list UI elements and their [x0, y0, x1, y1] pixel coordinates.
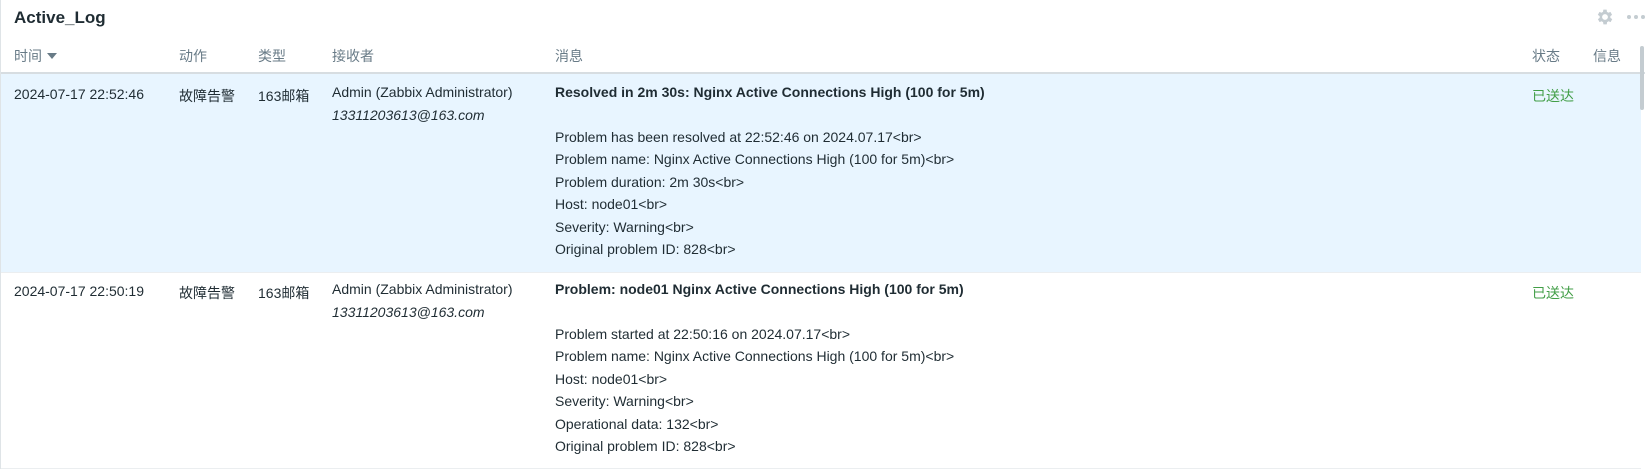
message-line: Severity: Warning<br> [555, 218, 694, 235]
recipient-email: 13311203613@163.com [332, 106, 485, 123]
message-line: Host: node01<br> [555, 196, 668, 212]
column-header-type: 类型 [258, 48, 286, 64]
column-header-time-label: 时间 [14, 48, 42, 64]
table-row[interactable]: 2024-07-17 22:52:46 故障告警 163邮箱 Admin (Za… [1, 74, 1641, 273]
widget-title: Active_Log [14, 8, 106, 27]
column-header-action: 动作 [179, 48, 207, 64]
message-line: Operational data: 132<br> [555, 415, 719, 432]
recipient-name: Admin (Zabbix Administrator) [332, 84, 513, 100]
row-media-type: 163邮箱 [258, 285, 310, 301]
message-line: Problem name: Nginx Active Connections H… [555, 151, 955, 167]
gear-icon[interactable] [1595, 7, 1615, 27]
row-action: 故障告警 [179, 88, 235, 104]
column-header-info: 信息 [1593, 48, 1621, 64]
message-line: Host: node01<br> [555, 370, 668, 387]
row-time: 2024-07-17 22:52:46 [14, 86, 144, 102]
row-recipient: Admin (Zabbix Administrator) 13311203613… [332, 278, 513, 323]
widget-header: Active_Log [1, 0, 1645, 38]
column-header-message: 消息 [555, 48, 583, 64]
message-line: Problem duration: 2m 30s<br> [555, 173, 745, 190]
message-line: Problem has been resolved at 22:52:46 on… [555, 128, 922, 145]
action-log-widget: Active_Log 时间 动作 类型 接收者 消息 状态 信息 2024-07… [0, 0, 1645, 469]
scrollbar-thumb[interactable] [1640, 46, 1644, 110]
recipient-name: Admin (Zabbix Administrator) [332, 281, 513, 297]
message-subject: Problem: node01 Nginx Active Connections… [555, 281, 964, 297]
row-recipient: Admin (Zabbix Administrator) 13311203613… [332, 81, 513, 126]
row-message: Resolved in 2m 30s: Nginx Active Connect… [555, 81, 985, 261]
column-header-time[interactable]: 时间 [14, 46, 57, 66]
message-line: Problem started at 22:50:16 on 2024.07.1… [555, 325, 850, 342]
ellipsis-icon[interactable] [1625, 7, 1645, 27]
column-header-recipient: 接收者 [332, 48, 374, 64]
vertical-scrollbar[interactable] [1638, 38, 1645, 469]
status-badge: 已送达 [1532, 285, 1574, 301]
recipient-email: 13311203613@163.com [332, 303, 485, 320]
message-line: Problem name: Nginx Active Connections H… [555, 348, 955, 364]
message-line: Severity: Warning<br> [555, 393, 694, 409]
status-badge: 已送达 [1532, 88, 1574, 104]
row-action: 故障告警 [179, 285, 235, 301]
message-line: Original problem ID: 828<br> [555, 438, 736, 454]
sort-desc-icon [47, 53, 57, 59]
table-row[interactable]: 2024-07-17 22:50:19 故障告警 163邮箱 Admin (Za… [1, 273, 1641, 469]
row-time: 2024-07-17 22:50:19 [14, 283, 144, 299]
message-line: Original problem ID: 828<br> [555, 241, 736, 257]
row-message: Problem: node01 Nginx Active Connections… [555, 278, 964, 458]
table-header: 时间 动作 类型 接收者 消息 状态 信息 [1, 38, 1645, 74]
row-media-type: 163邮箱 [258, 88, 310, 104]
message-subject: Resolved in 2m 30s: Nginx Active Connect… [555, 84, 985, 100]
column-header-status: 状态 [1532, 48, 1560, 64]
